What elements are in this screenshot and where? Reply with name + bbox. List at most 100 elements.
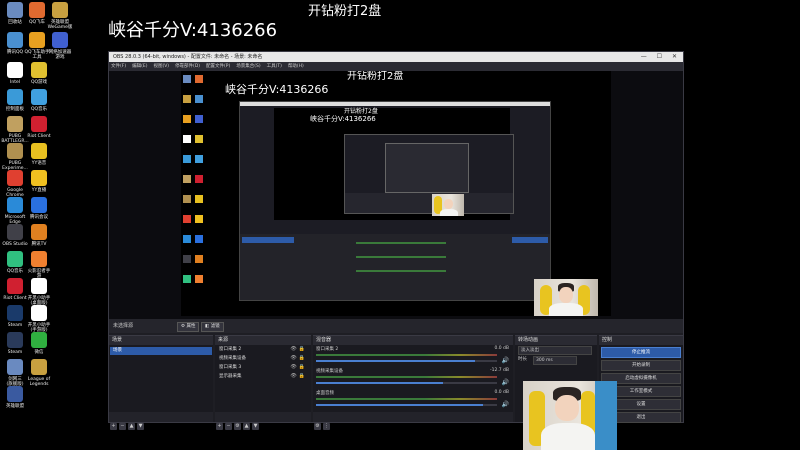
speaker-icon[interactable]: 🔊 <box>502 401 509 408</box>
desktop-icon[interactable]: 网络加速器 游戏 <box>46 32 74 60</box>
nested-desktop-icon <box>195 275 203 283</box>
nested-desktop-icon <box>183 95 191 103</box>
app-icon <box>31 143 47 159</box>
desktop-icon[interactable]: QQ游戏 <box>25 62 53 85</box>
app-icon <box>7 143 23 159</box>
move-down-button[interactable]: ▼ <box>137 423 144 430</box>
nested-desktop-icon <box>183 255 191 263</box>
menu-item[interactable]: 文件(F) <box>111 64 126 69</box>
control-button[interactable]: 开始录制 <box>601 360 681 371</box>
desktop-icon[interactable]: 英雄联盟 WeGame版 <box>46 2 74 30</box>
visibility-lock-icon[interactable]: 👁🔒 <box>290 345 307 354</box>
obs-preview[interactable]: 开钻粉打2盘 峡谷千分V:4136266 开钻粉打2盘 峡谷千分V:413626… <box>109 71 683 319</box>
nested-desktop-icon <box>183 175 191 183</box>
nested-desktop-icon <box>195 215 203 223</box>
remove-source-button[interactable]: − <box>225 423 232 430</box>
stream-overlay-main-text: 峡谷千分V:4136266 <box>108 20 278 41</box>
volume-slider-fill <box>316 360 476 362</box>
source-down-button[interactable]: ▼ <box>252 423 259 430</box>
scene-item[interactable]: 场景 <box>110 347 212 355</box>
filters-button[interactable]: ◧ 滤镜 <box>201 322 224 332</box>
desktop-icon-label: 英雄联盟 <box>6 404 24 409</box>
properties-button[interactable]: ⚙ 属性 <box>177 322 200 332</box>
desktop-icon[interactable]: 英雄联盟 <box>1 386 29 409</box>
remove-scene-button[interactable]: − <box>119 423 126 430</box>
move-up-button[interactable]: ▲ <box>128 423 135 430</box>
desktop-icon[interactable]: YY直播 <box>25 170 53 193</box>
transition-duration-row: 时长 300 ms <box>515 355 597 365</box>
desktop-icon[interactable]: 腾讯会议 <box>25 197 53 220</box>
nested-desktop-icon <box>183 275 191 283</box>
visibility-lock-icon[interactable]: 👁🔒 <box>290 354 307 363</box>
nested-desktop-icon <box>195 95 203 103</box>
desktop-icon[interactable]: YY语音 <box>25 143 53 166</box>
source-toolbar: 未选择源 ⚙ 属性 ◧ 滤镜 <box>109 319 683 333</box>
source-settings-button[interactable]: ⚙ <box>234 423 241 430</box>
window-controls[interactable]: — ☐ ✕ <box>641 52 681 62</box>
app-icon <box>31 89 47 105</box>
desktop-icon[interactable]: Riot Client <box>25 116 53 139</box>
desktop-icon[interactable]: 火影忍者手 游 <box>25 251 53 279</box>
menu-item[interactable]: 帮助(H) <box>288 64 304 69</box>
source-item[interactable]: 显示器采集 👁🔒 <box>215 372 311 381</box>
app-icon <box>31 305 47 321</box>
app-icon <box>7 197 23 213</box>
desktop-icon[interactable]: League of Legends <box>25 359 53 387</box>
volume-meter <box>316 376 497 378</box>
source-item[interactable]: 窗口采集 2 👁🔒 <box>215 345 311 354</box>
menu-item[interactable]: 编辑(E) <box>132 64 147 69</box>
volume-slider[interactable] <box>316 382 497 384</box>
volume-slider[interactable] <box>316 404 497 406</box>
app-icon <box>52 32 68 48</box>
mixer-settings-button[interactable]: ⚙ <box>314 423 321 430</box>
scenes-footer: + − ▲ ▼ <box>109 412 213 430</box>
volume-slider[interactable] <box>316 360 497 362</box>
transition-type-row: 淡入淡出 <box>515 345 597 355</box>
nested-desktop-icon <box>195 175 203 183</box>
menu-item[interactable]: 工具(T) <box>267 64 282 69</box>
visibility-lock-icon[interactable]: 👁🔒 <box>290 363 307 372</box>
desktop-icon[interactable]: 开黑小助手 (桌面版) <box>25 278 53 306</box>
add-source-button[interactable]: + <box>216 423 223 430</box>
menu-item[interactable]: 配置文件(P) <box>206 64 230 69</box>
app-icon <box>29 32 45 48</box>
desktop-icon-label: Riot Client <box>27 134 51 139</box>
visibility-lock-icon[interactable]: 👁🔒 <box>290 372 307 381</box>
desktop-icon[interactable]: 微信 <box>25 332 53 355</box>
nested-desktop-icon <box>183 235 191 243</box>
menu-item[interactable]: 场景集合(S) <box>236 64 260 69</box>
nested-desktop-icon <box>195 255 203 263</box>
nested-desktop-icon <box>183 215 191 223</box>
source-item[interactable]: 视频采集设备 👁🔒 <box>215 354 311 363</box>
desktop-icon-label: League of Legends <box>27 377 51 387</box>
desktop-icon[interactable]: 腾讯TV <box>25 224 53 247</box>
menu-item[interactable]: 视图(V) <box>153 64 169 69</box>
source-label: 显示器采集 <box>219 374 242 379</box>
add-scene-button[interactable]: + <box>110 423 117 430</box>
app-icon <box>31 359 47 375</box>
preview-canvas[interactable]: 开钻粉打2盘 峡谷千分V:4136266 开钻粉打2盘 峡谷千分V:413626… <box>181 71 611 316</box>
speaker-icon[interactable]: 🔊 <box>502 357 509 364</box>
mixer-menu-button[interactable]: ⋮ <box>323 423 330 430</box>
transition-type-select[interactable]: 淡入淡出 <box>518 346 592 355</box>
nested-desktop-icon <box>195 155 203 163</box>
control-button[interactable]: 停止推流 <box>601 347 681 358</box>
mixer-channel: 桌面音频 0.0 dB 🔊 <box>313 389 513 411</box>
desktop-icon[interactable]: QQ音乐 <box>25 89 53 112</box>
source-item[interactable]: 窗口采集 3 👁🔒 <box>215 363 311 372</box>
desktop-icon[interactable]: 开黑小助手 (手游版) <box>25 305 53 333</box>
menu-item[interactable]: 停靠部件(D) <box>175 64 200 69</box>
volume-slider-fill <box>316 382 443 384</box>
source-up-button[interactable]: ▲ <box>243 423 250 430</box>
app-icon <box>7 62 23 78</box>
nested-top-text: 开钻粉打2盘 <box>347 71 404 82</box>
streamer-webcam <box>523 381 617 450</box>
duration-input[interactable]: 300 ms <box>533 356 577 365</box>
nested-desktop-icon <box>195 195 203 203</box>
nested-obs-window-2 <box>344 134 514 214</box>
mixer-channel: 窗口采集 2 0.0 dB 🔊 <box>313 345 513 367</box>
nested-main-text-2: 峡谷千分V:4136266 <box>310 115 376 123</box>
app-icon <box>29 2 45 18</box>
app-icon <box>31 278 47 294</box>
speaker-icon[interactable]: 🔊 <box>502 379 509 386</box>
